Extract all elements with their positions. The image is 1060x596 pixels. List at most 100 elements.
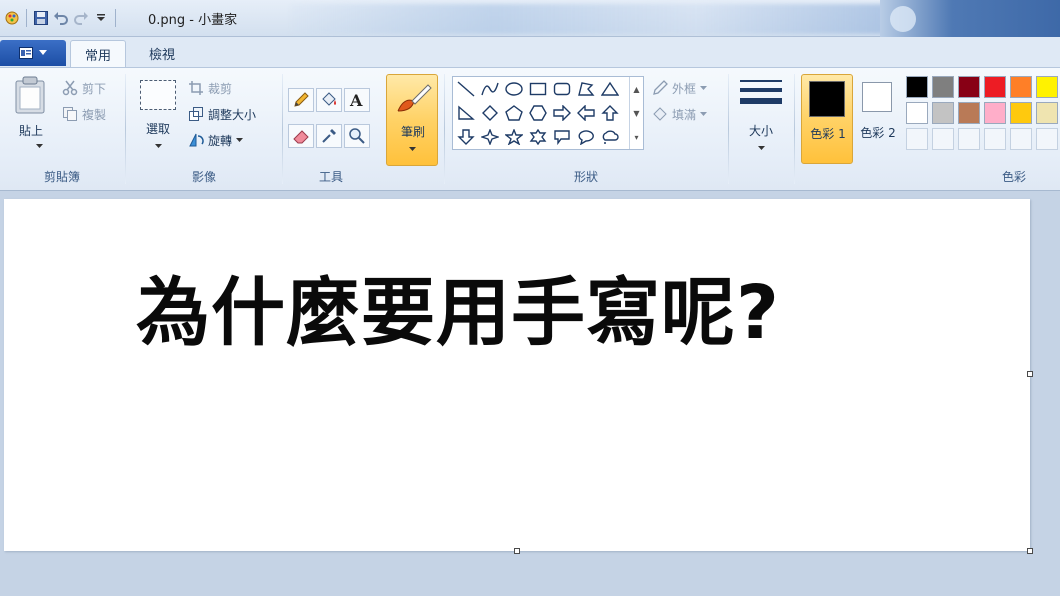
fill-button[interactable]: 填滿 xyxy=(652,104,708,124)
five-point-star-shape[interactable] xyxy=(503,127,525,147)
right-triangle-shape[interactable] xyxy=(455,103,477,123)
oval-icon xyxy=(505,82,523,96)
polygon-icon xyxy=(578,82,595,96)
redo-icon[interactable] xyxy=(71,8,91,28)
pencil-icon xyxy=(294,92,309,107)
fill-tool[interactable] xyxy=(316,88,342,112)
magnifier-tool[interactable] xyxy=(344,124,370,148)
resize-handle-right[interactable] xyxy=(1027,371,1033,377)
title-bar: 0.png - 小畫家 xyxy=(0,0,1060,37)
image-group: 選取 裁剪 調整大小 旋轉 影像 xyxy=(128,68,280,190)
four-point-star-icon xyxy=(481,129,499,145)
left-arrow-icon xyxy=(577,105,595,121)
drawing-canvas[interactable]: 為什麼要用手寫呢? xyxy=(4,199,1030,551)
resize-handle-corner[interactable] xyxy=(1027,548,1033,554)
tab-home[interactable]: 常用 xyxy=(70,40,127,67)
up-arrow-shape[interactable] xyxy=(599,103,621,123)
eraser-tool[interactable] xyxy=(288,124,314,148)
oval-shape[interactable] xyxy=(503,79,525,99)
group-divider xyxy=(728,74,729,184)
four-point-star-shape[interactable] xyxy=(479,127,501,147)
right-triangle-icon xyxy=(458,105,475,120)
shapes-scroll-up[interactable]: ▲ xyxy=(629,77,643,101)
outline-button[interactable]: 外框 xyxy=(652,78,708,98)
color-picker-tool[interactable] xyxy=(316,124,342,148)
curve-icon xyxy=(481,82,499,96)
six-point-star-shape[interactable] xyxy=(527,127,549,147)
group-divider xyxy=(444,74,445,184)
rectangle-shape[interactable] xyxy=(527,79,549,99)
shapes-expand[interactable]: ▾ xyxy=(629,125,643,149)
chevron-down-icon xyxy=(236,137,244,142)
polygon-shape[interactable] xyxy=(575,79,597,99)
paint-app-icon[interactable] xyxy=(2,8,22,28)
shapes-scroll-down[interactable]: ▼ xyxy=(629,101,643,125)
right-arrow-shape[interactable] xyxy=(551,103,573,123)
blurred-background xyxy=(290,4,900,34)
pentagon-icon xyxy=(505,105,523,121)
rounded-rectangle-shape[interactable] xyxy=(551,79,573,99)
diamond-shape[interactable] xyxy=(479,103,501,123)
group-divider xyxy=(794,74,795,184)
up-arrow-icon xyxy=(601,105,619,121)
eraser-icon xyxy=(293,130,309,144)
undo-icon[interactable] xyxy=(51,8,71,28)
colors-group: 色彩 xyxy=(800,68,1060,190)
text-icon: A xyxy=(349,91,363,109)
select-label: 選取 xyxy=(145,122,170,136)
tab-view[interactable]: 檢視 xyxy=(135,40,189,67)
left-arrow-shape[interactable] xyxy=(575,103,597,123)
pentagon-shape[interactable] xyxy=(503,103,525,123)
triangle-shape[interactable] xyxy=(599,79,621,99)
chevron-down-icon xyxy=(758,146,765,150)
pencil-tool[interactable] xyxy=(288,88,314,112)
paste-label: 貼上 xyxy=(18,124,43,138)
clipboard-icon xyxy=(15,76,45,114)
paste-button[interactable]: 貼上 xyxy=(8,74,54,166)
shapes-gallery: ▲ ▼ ▾ xyxy=(452,76,644,150)
group-divider xyxy=(282,74,283,184)
group-divider xyxy=(125,74,126,184)
group-label-shapes: 形狀 xyxy=(573,170,598,184)
oval-callout-shape[interactable] xyxy=(575,127,597,147)
customize-toolbar-icon[interactable] xyxy=(91,8,111,28)
copy-label: 複製 xyxy=(82,107,107,122)
ribbon: 貼上 剪下 複製 剪貼簿 選取 裁剪 調整大小 旋轉 影像 A 工具 筆刷 形狀… xyxy=(0,67,1060,191)
resize-label: 調整大小 xyxy=(208,107,257,122)
chevron-down-icon xyxy=(700,111,708,116)
quick-access-toolbar xyxy=(2,6,120,30)
line-shape[interactable] xyxy=(455,79,477,99)
cut-button[interactable]: 剪下 xyxy=(62,78,106,98)
six-point-star-icon xyxy=(529,129,547,145)
right-arrow-icon xyxy=(553,105,571,121)
crop-button[interactable]: 裁剪 xyxy=(188,78,232,98)
diamond-icon xyxy=(482,105,498,121)
chevron-down-icon xyxy=(36,144,43,148)
select-button[interactable]: 選取 xyxy=(134,74,182,166)
rect-callout-icon xyxy=(554,130,570,145)
size-button[interactable]: 大小 xyxy=(736,74,786,166)
down-arrow-icon xyxy=(457,129,475,145)
rect-callout-shape[interactable] xyxy=(551,127,573,147)
copy-icon xyxy=(63,107,77,121)
text-tool[interactable]: A xyxy=(344,88,370,112)
rotate-button[interactable]: 旋轉 xyxy=(188,130,244,150)
save-icon[interactable] xyxy=(31,8,51,28)
crop-icon xyxy=(189,81,203,95)
eyedropper-icon xyxy=(322,129,336,143)
paint-menu-button[interactable] xyxy=(0,40,66,66)
down-arrow-shape[interactable] xyxy=(455,127,477,147)
rectangle-icon xyxy=(529,82,547,96)
chevron-down-icon xyxy=(39,50,47,55)
copy-button[interactable]: 複製 xyxy=(62,104,106,124)
resize-button[interactable]: 調整大小 xyxy=(188,104,256,124)
crop-label: 裁剪 xyxy=(208,81,233,96)
cloud-callout-shape[interactable] xyxy=(599,127,621,147)
brushes-label: 筆刷 xyxy=(400,125,425,139)
curve-shape[interactable] xyxy=(479,79,501,99)
hexagon-shape[interactable] xyxy=(527,103,549,123)
rounded-rectangle-icon xyxy=(553,82,571,96)
line-size-icon xyxy=(740,80,782,104)
resize-handle-bottom[interactable] xyxy=(514,548,520,554)
brushes-button[interactable]: 筆刷 xyxy=(386,74,438,166)
